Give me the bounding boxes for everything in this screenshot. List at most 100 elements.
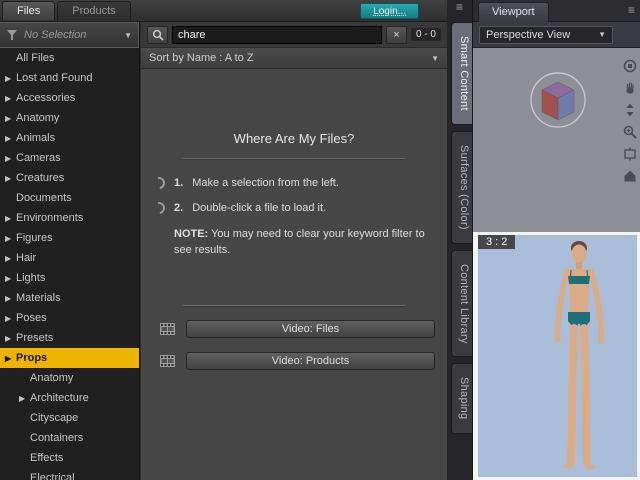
category-label: Anatomy (30, 372, 74, 384)
dock-tab[interactable]: Surfaces (Color) (451, 130, 472, 244)
category-item[interactable]: Cameras (0, 148, 139, 168)
category-label: Cityscape (30, 412, 79, 424)
home-tool-icon[interactable] (622, 168, 638, 184)
cube-primitive-with-orbit-gizmo[interactable] (521, 60, 595, 134)
clear-search-button[interactable]: × (385, 25, 407, 44)
search-button[interactable] (147, 25, 168, 44)
pan-tool-icon[interactable] (622, 80, 638, 96)
video-row: Video: Products (159, 351, 435, 370)
render-view-area[interactable]: 3 : 2 (473, 232, 640, 480)
category-item[interactable]: Props (0, 348, 139, 368)
category-label: Cameras (16, 152, 61, 164)
category-item[interactable]: Containers (0, 428, 139, 448)
step-text: Double-click a file to load it. (192, 202, 327, 214)
viewport-tab[interactable]: Viewport (478, 2, 549, 22)
dock-tab[interactable]: Shaping (451, 363, 472, 434)
top-tab-label: Files (17, 5, 41, 17)
category-label: Accessories (16, 92, 76, 104)
panel-menu-icon[interactable]: ≡ (447, 0, 472, 16)
top-tab[interactable]: Files (2, 1, 56, 20)
dock-tab[interactable]: Smart Content (451, 22, 472, 125)
sort-dropdown[interactable]: Sort by Name : A to Z ▼ (141, 48, 447, 69)
divider (183, 158, 405, 159)
step-number: 2. (174, 202, 184, 214)
dolly-tool-icon[interactable] (622, 102, 638, 118)
category-item[interactable]: Electrical (0, 468, 139, 480)
dock-tab-label: Smart Content (458, 36, 470, 111)
category-label: Documents (16, 192, 72, 204)
rotate-tool-icon[interactable] (622, 58, 638, 74)
expand-arrow-icon (5, 94, 16, 103)
category-item[interactable]: Anatomy (0, 368, 139, 388)
category-item[interactable]: Materials (0, 288, 139, 308)
top-tab-label: Products (72, 5, 116, 17)
category-item[interactable]: Cityscape (0, 408, 139, 428)
category-item[interactable]: Poses (0, 308, 139, 328)
refresh-arrow-icon (150, 199, 168, 217)
category-item[interactable]: Creatures (0, 168, 139, 188)
category-label: Figures (16, 232, 53, 244)
help-message-area: Where Are My Files? 1. Make a selection … (141, 69, 447, 480)
category-filter-dropdown[interactable]: No Selection ▼ (0, 22, 139, 48)
category-item[interactable]: Lights (0, 268, 139, 288)
category-item[interactable]: Environments (0, 208, 139, 228)
viewport-menu-icon[interactable]: ≡ (628, 3, 635, 17)
category-item[interactable]: Lost and Found (0, 68, 139, 88)
note-label: NOTE: (174, 228, 209, 240)
video-button[interactable]: Video: Files (186, 319, 435, 338)
viewport-3d-area[interactable] (473, 48, 640, 232)
category-label: Environments (16, 212, 84, 224)
top-tab[interactable]: Products (57, 1, 131, 20)
category-item[interactable]: Animals (0, 128, 139, 148)
camera-view-label: Perspective View (486, 28, 571, 41)
category-label: Presets (16, 332, 54, 344)
female-figure-model[interactable] (537, 240, 621, 472)
page-title: Where Are My Files? (233, 131, 355, 146)
category-item[interactable]: Effects (0, 448, 139, 468)
category-item[interactable]: Architecture (0, 388, 139, 408)
viewport-header: Viewport ≡ (473, 0, 640, 22)
category-label: Effects (30, 452, 64, 464)
file-product-tabs: Files Products (2, 1, 131, 20)
top-tab-bar: Files Products Login... (0, 0, 447, 22)
daz-studio-window: Files Products Login... No Selection ▼ A… (0, 0, 640, 480)
expand-arrow-icon (5, 294, 16, 303)
expand-arrow-icon (5, 74, 16, 83)
search-icon (152, 29, 164, 41)
film-strip-icon (160, 322, 175, 335)
film-strip-icon (160, 354, 175, 367)
note-text: NOTE: You may need to clear your keyword… (174, 227, 442, 259)
keyword-filter-input[interactable] (172, 25, 382, 44)
expand-arrow-icon (5, 234, 16, 243)
category-item[interactable]: Figures (0, 228, 139, 248)
dock-tab[interactable]: Content Library (451, 249, 472, 358)
dock-tab-label: Content Library (458, 263, 470, 344)
camera-view-dropdown[interactable]: Perspective View ▼ (479, 25, 613, 44)
category-label: Materials (16, 292, 61, 304)
category-label: Lights (16, 272, 46, 284)
category-label: Electrical (30, 472, 75, 480)
category-item[interactable]: Hair (0, 248, 139, 268)
category-label: Hair (16, 252, 37, 264)
divider (183, 304, 405, 306)
viewport-panel: Viewport ≡ Perspective View ▼ 3: 2 (473, 0, 640, 480)
expand-arrow-icon (5, 354, 16, 363)
expand-arrow-icon (5, 334, 16, 343)
category-item[interactable]: Presets (0, 328, 139, 348)
frame-tool-icon[interactable] (622, 146, 638, 162)
video-button[interactable]: Video: Products (186, 351, 435, 370)
category-item[interactable]: All Files (0, 48, 139, 68)
zoom-tool-icon[interactable] (622, 124, 638, 140)
category-item[interactable]: Documents (0, 188, 139, 208)
category-label: Containers (30, 432, 84, 444)
category-item[interactable]: Anatomy (0, 108, 139, 128)
sort-label: Sort by Name : A to Z (149, 52, 254, 64)
category-item[interactable]: Accessories (0, 88, 139, 108)
dock-tabs: Smart Content Surfaces (Color) Content L… (447, 22, 472, 434)
expand-arrow-icon (5, 174, 16, 183)
expand-arrow-icon (5, 154, 16, 163)
chevron-down-icon: ▼ (124, 30, 132, 40)
category-label: Anatomy (16, 112, 60, 124)
login-button[interactable]: Login... (360, 3, 419, 19)
viewport-toolbar: Perspective View ▼ (473, 22, 640, 48)
